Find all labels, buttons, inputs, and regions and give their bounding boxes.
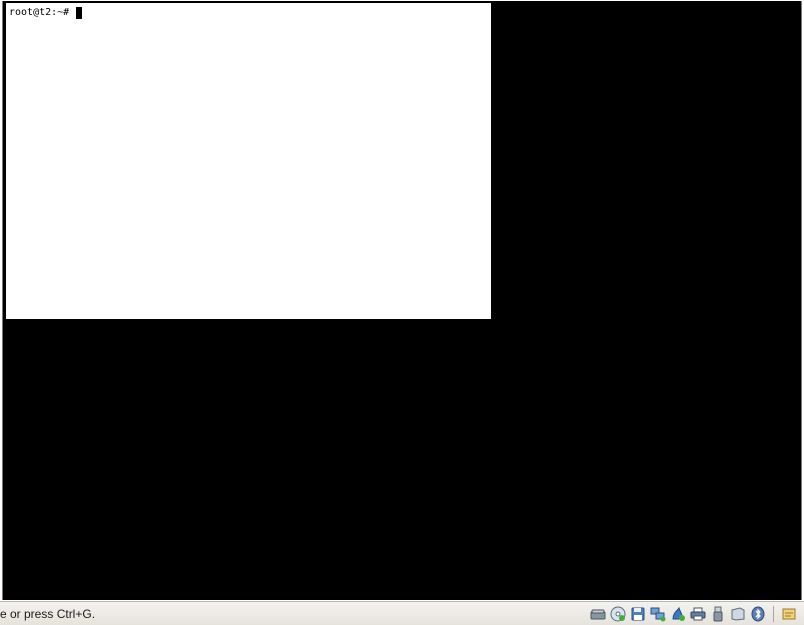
display-icon[interactable] — [729, 605, 747, 623]
hard-disk-icon[interactable] — [589, 605, 607, 623]
shared-folders-icon[interactable] — [669, 605, 687, 623]
network-icon[interactable] — [649, 605, 667, 623]
terminal-prompt: root@t2:~# — [9, 7, 70, 18]
floppy-icon[interactable] — [629, 605, 647, 623]
status-message: e or press Ctrl+G. — [0, 607, 96, 621]
terminal-window[interactable]: root@t2:~# — [6, 3, 491, 319]
terminal-cursor — [76, 7, 83, 19]
status-bar: e or press Ctrl+G. — [0, 601, 804, 625]
usb-icon[interactable] — [709, 605, 727, 623]
vm-display[interactable]: root@t2:~# — [2, 1, 802, 600]
bluetooth-icon[interactable] — [749, 605, 767, 623]
printer-icon[interactable] — [689, 605, 707, 623]
status-icons — [589, 605, 798, 623]
status-divider — [773, 606, 774, 622]
optical-drive-icon[interactable] — [609, 605, 627, 623]
vm-window: root@t2:~# e or press Ctrl+G. — [0, 0, 804, 625]
terminal-prompt-line: root@t2:~# — [9, 7, 83, 19]
host-key-icon[interactable] — [780, 605, 798, 623]
